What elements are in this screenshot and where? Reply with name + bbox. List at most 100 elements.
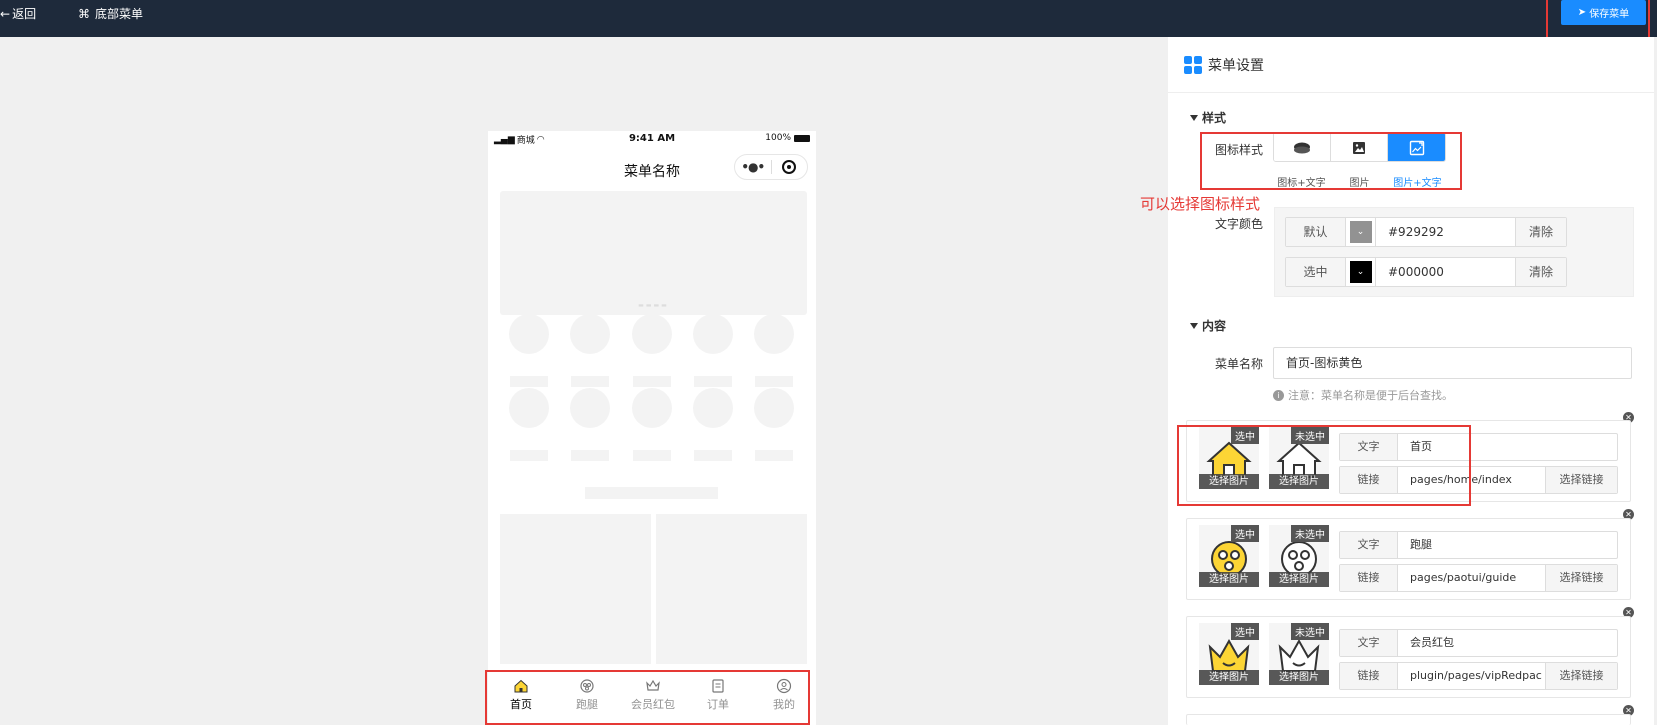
menu-item-highlight — [1177, 425, 1471, 506]
crown-outline-icon — [1278, 638, 1320, 672]
link-field-row: 链接 pages/paotui/guide 选择链接 — [1339, 564, 1618, 592]
text-field-row: 文字 跑腿 — [1339, 531, 1618, 559]
text-field-row: 文字 会员红包 — [1339, 629, 1618, 657]
choose-image-button[interactable]: 选择图片 — [1269, 572, 1329, 587]
nav-placeholder-icon — [632, 388, 672, 428]
save-menu-button[interactable]: ➤ 保存菜单 — [1561, 0, 1646, 25]
menu-name-label: 菜单名称 — [1215, 357, 1264, 371]
phone-preview: ▂▄▆ 商城 ◠ 9:41 AM 100% 菜单名称 •●• ▬▬▬▬ 首页 跑… — [488, 131, 816, 725]
back-label: 返回 — [12, 7, 37, 21]
unselected-image-slot[interactable]: 未选中 选择图片 — [1269, 623, 1329, 685]
link-input[interactable]: pages/paotui/guide — [1398, 565, 1545, 591]
nav-placeholder-icon — [754, 388, 794, 428]
section-content[interactable]: 内容 — [1190, 317, 1226, 334]
unselected-tag: 未选中 — [1291, 623, 1329, 640]
nav-placeholder-text — [755, 450, 793, 461]
top-bar: ← 返回 ⌘ 底部菜单 — [0, 0, 1657, 37]
nav-placeholder-text — [633, 376, 671, 387]
panel-title: 菜单设置 — [1208, 58, 1264, 74]
chevron-down-icon: ⌄ — [1349, 261, 1372, 283]
nav-placeholder-icon — [509, 314, 549, 354]
color-swatch[interactable]: ⌄ — [1346, 258, 1376, 286]
choose-image-button[interactable]: 选择图片 — [1269, 670, 1329, 685]
nav-placeholder-text — [694, 376, 732, 387]
arrow-left-icon: ← — [0, 6, 11, 21]
nav-placeholder-text — [571, 450, 609, 461]
choose-link-button[interactable]: 选择链接 — [1545, 467, 1617, 493]
battery-label: 100% — [765, 133, 791, 143]
text-input[interactable]: 会员红包 — [1398, 630, 1617, 656]
scooter-icon — [1211, 541, 1247, 577]
nav-placeholder-icon — [632, 314, 672, 354]
nav-placeholder-icon — [570, 314, 610, 354]
menu-name-hint: i 注意：菜单名称是便于后台查找。 — [1273, 387, 1453, 403]
nav-placeholder-text — [694, 450, 732, 461]
text-input[interactable]: 跑腿 — [1398, 532, 1617, 558]
color-swatch[interactable]: ⌄ — [1346, 218, 1376, 246]
color-value[interactable]: #929292 — [1376, 218, 1516, 246]
close-target-icon[interactable] — [771, 160, 807, 174]
clear-button[interactable]: 清除 — [1516, 258, 1566, 286]
hint-text: 注意：菜单名称是便于后台查找。 — [1288, 389, 1453, 402]
crown-icon — [1208, 638, 1250, 672]
default-color-row: 默认 ⌄ #929292 清除 — [1285, 217, 1567, 247]
nav-placeholder-text — [510, 450, 548, 461]
chevron-down-icon: ⌄ — [1349, 221, 1372, 243]
nav-placeholder-icon — [693, 314, 733, 354]
color-value[interactable]: #000000 — [1376, 258, 1516, 286]
choose-image-button[interactable]: 选择图片 — [1199, 572, 1259, 587]
annotation-text: 可以选择图标样式 — [1140, 195, 1261, 213]
menu-item-card: 选中 选择图片 未选中 选择图片 文字 会员红包 链接 plugin/pages… — [1186, 616, 1631, 698]
send-icon: ➤ — [1577, 7, 1587, 18]
clear-button[interactable]: 清除 — [1516, 218, 1566, 246]
icon-style-highlight — [1200, 132, 1462, 190]
color-row-label: 默认 — [1286, 218, 1346, 246]
section-style[interactable]: 样式 — [1190, 109, 1226, 126]
nav-placeholder-icon — [509, 388, 549, 428]
command-icon: ⌘ — [78, 6, 90, 21]
page-title-label: 底部菜单 — [95, 7, 144, 21]
nav-placeholder-text — [633, 450, 671, 461]
nav-placeholder-text — [755, 376, 793, 387]
apps-grid-icon — [1184, 56, 1202, 74]
more-dots-icon[interactable]: •●• — [735, 160, 771, 174]
back-button[interactable]: ← 返回 — [0, 5, 36, 22]
color-row-label: 选中 — [1286, 258, 1346, 286]
banner-placeholder: ▬▬▬▬ — [500, 191, 807, 315]
choose-image-button[interactable]: 选择图片 — [1199, 670, 1259, 685]
choose-link-button[interactable]: 选择链接 — [1545, 663, 1617, 689]
menu-name-input[interactable]: 首页-图标黄色 — [1273, 347, 1632, 379]
section-content-label: 内容 — [1202, 319, 1227, 333]
page-title: ⌘ 底部菜单 — [78, 5, 143, 22]
link-label: 链接 — [1340, 663, 1398, 689]
mini-program-capsule[interactable]: •●• — [734, 154, 808, 180]
menu-item-card — [1186, 714, 1631, 725]
nav-placeholder-text — [571, 376, 609, 387]
card-placeholder — [500, 514, 651, 664]
tabbar-highlight — [485, 670, 810, 725]
selected-image-slot[interactable]: 选中 选择图片 — [1199, 525, 1259, 587]
save-menu-label: 保存菜单 — [1589, 9, 1630, 20]
text-color-label: 文字颜色 — [1215, 217, 1264, 231]
nav-placeholder-icon — [693, 388, 733, 428]
scooter-outline-icon — [1281, 541, 1317, 577]
link-field-row: 链接 plugin/pages/vipRedpac 选择链接 — [1339, 662, 1618, 690]
menu-item-card: 选中 选择图片 未选中 选择图片 文字 跑腿 链接 pages/paotui/g… — [1186, 518, 1631, 600]
choose-link-button[interactable]: 选择链接 — [1545, 565, 1617, 591]
nav-placeholder-text — [510, 376, 548, 387]
unselected-tag: 未选中 — [1291, 525, 1329, 542]
selected-tag: 选中 — [1231, 623, 1259, 640]
link-input[interactable]: plugin/pages/vipRedpac — [1398, 663, 1545, 689]
caret-down-icon — [1190, 114, 1198, 121]
section-style-label: 样式 — [1202, 111, 1227, 125]
selected-tag: 选中 — [1231, 525, 1259, 542]
selected-image-slot[interactable]: 选中 选择图片 — [1199, 623, 1259, 685]
caret-down-icon — [1190, 322, 1198, 329]
status-right: 100% — [765, 133, 810, 143]
card-placeholder — [656, 514, 807, 664]
nav-placeholder-icon — [570, 388, 610, 428]
text-label: 文字 — [1340, 532, 1398, 558]
panel-header: 菜单设置 — [1184, 55, 1264, 75]
unselected-image-slot[interactable]: 未选中 选择图片 — [1269, 525, 1329, 587]
selected-color-row: 选中 ⌄ #000000 清除 — [1285, 257, 1567, 287]
